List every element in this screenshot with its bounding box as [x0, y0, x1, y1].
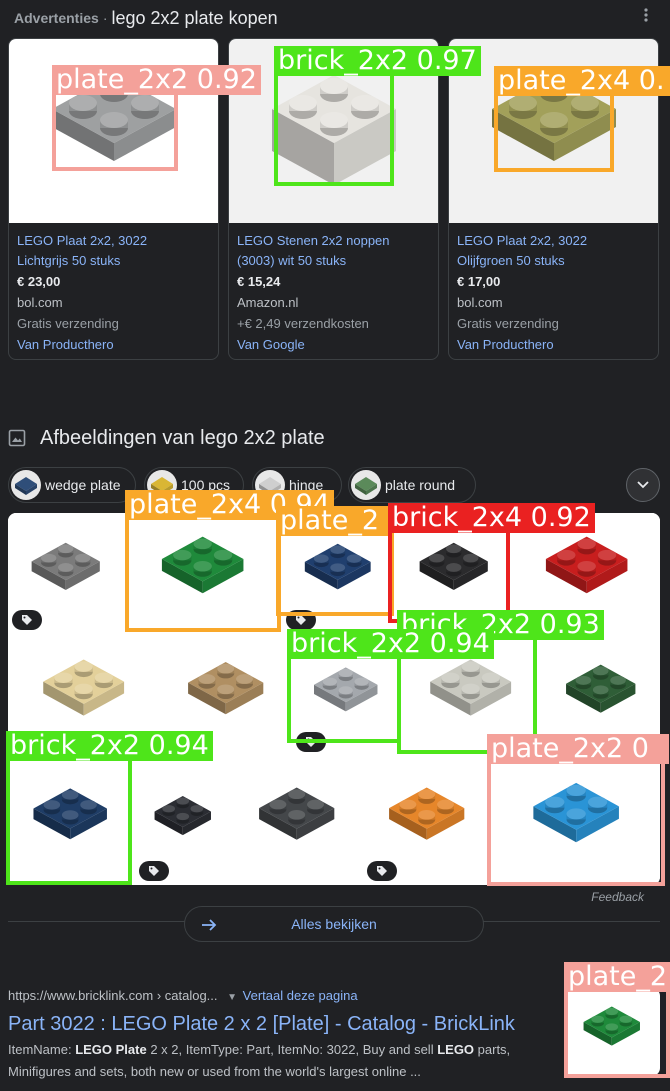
result-title[interactable]: Part 3022 : LEGO Plate 2 x 2 [Plate] - C…: [8, 1009, 563, 1039]
product-image: [229, 39, 438, 223]
image-icon: [8, 429, 26, 447]
image-grid: [8, 513, 660, 885]
product-merchant: Amazon.nl: [237, 295, 299, 310]
image-result[interactable]: [162, 636, 290, 756]
product-image: [9, 39, 218, 223]
image-result[interactable]: [126, 513, 280, 634]
result-breadcrumb: https://www.bricklink.com › catalog... ▼…: [8, 985, 563, 1009]
product-merchant: bol.com: [17, 295, 63, 310]
product-shipping: Gratis verzending: [17, 316, 119, 331]
result-snippet: ItemName: LEGO Plate 2 x 2, ItemType: Pa…: [8, 1042, 511, 1079]
translate-link[interactable]: Vertaal deze pagina: [243, 988, 358, 1003]
caret-down-icon[interactable]: ▼: [227, 992, 237, 1003]
product-carousel: LEGO Plaat 2x2, 3022 Lichtgrijs 50 stuks …: [8, 38, 660, 360]
tag-icon: [139, 861, 169, 881]
product-title[interactable]: LEGO Plaat 2x2, 3022 Lichtgrijs 50 stuks: [17, 231, 210, 271]
filter-chip[interactable]: 100 pcs: [144, 467, 244, 503]
image-result[interactable]: [363, 758, 491, 885]
brick-image: [33, 788, 107, 840]
result-url[interactable]: https://www.bricklink.com › catalog...: [8, 988, 218, 1003]
ads-query-title: lego 2x2 plate kopen: [111, 7, 278, 28]
image-result[interactable]: [402, 636, 540, 756]
image-result[interactable]: [8, 513, 124, 634]
chip-label: wedge plate: [45, 477, 121, 493]
image-filter-chips: wedge plate 100 pcs hinge plate round: [8, 467, 660, 503]
product-card[interactable]: LEGO Plaat 2x2, 3022 Olijfgroen 50 stuks …: [448, 38, 659, 360]
filter-chip[interactable]: wedge plate: [8, 467, 136, 503]
product-source-link[interactable]: Van Producthero: [17, 334, 210, 355]
brick-image: [259, 787, 335, 840]
chip-label: plate round: [385, 477, 456, 493]
product-image: [449, 39, 658, 223]
ads-label: Advertenties: [14, 10, 99, 26]
image-result[interactable]: [135, 758, 231, 885]
chip-thumbnail: [351, 470, 381, 500]
product-source-link[interactable]: Van Producthero: [457, 334, 650, 355]
product-shipping: Gratis verzending: [457, 316, 559, 331]
brick-image: [419, 542, 488, 590]
chevron-down-icon[interactable]: [626, 468, 660, 502]
ads-separator: ·: [102, 10, 108, 26]
see-all-label: Alles bekijken: [291, 916, 377, 932]
image-result[interactable]: [8, 636, 160, 756]
ads-header: Advertenties · lego 2x2 plate kopen: [14, 6, 656, 30]
chip-label: hinge: [289, 477, 324, 493]
filter-chip[interactable]: hinge: [252, 467, 342, 503]
images-section-title: Afbeeldingen van lego 2x2 plate: [40, 426, 325, 449]
tag-icon: [367, 861, 397, 881]
chip-thumbnail: [255, 470, 285, 500]
result-thumbnail[interactable]: [564, 988, 660, 1076]
image-result[interactable]: [233, 758, 361, 885]
see-all-button[interactable]: Alles bekijken: [184, 906, 484, 942]
more-vert-icon[interactable]: [636, 8, 656, 28]
brick-image: [566, 664, 636, 713]
product-source-link[interactable]: Van Google: [237, 334, 430, 355]
image-result[interactable]: [493, 758, 660, 885]
search-result: https://www.bricklink.com › catalog... ▼…: [8, 985, 563, 1083]
tag-icon: [286, 610, 316, 630]
arrow-right-icon: [202, 919, 217, 931]
product-title[interactable]: LEGO Stenen 2x2 noppen (3003) wit 50 stuk…: [237, 231, 430, 271]
product-price: € 23,00: [17, 274, 61, 289]
image-result[interactable]: [8, 758, 133, 885]
chip-thumbnail: [147, 470, 177, 500]
brick-image: [161, 536, 244, 594]
product-title[interactable]: LEGO Plaat 2x2, 3022 Olijfgroen 50 stuks: [457, 231, 650, 271]
product-card[interactable]: LEGO Stenen 2x2 noppen (3003) wit 50 stuk…: [228, 38, 439, 360]
image-result[interactable]: [514, 513, 660, 634]
product-merchant: bol.com: [457, 295, 503, 310]
brick-image: [533, 782, 619, 843]
feedback-link[interactable]: Feedback: [591, 890, 644, 904]
product-price: € 15,24: [237, 274, 281, 289]
image-result[interactable]: [542, 636, 660, 756]
image-result[interactable]: [282, 513, 394, 634]
brick-image: [430, 659, 512, 716]
brick-image: [43, 659, 125, 716]
product-card[interactable]: LEGO Plaat 2x2, 3022 Lichtgrijs 50 stuks …: [8, 38, 219, 360]
chip-label: 100 pcs: [181, 477, 231, 493]
image-result[interactable]: [292, 636, 400, 756]
images-section-header: Afbeeldingen van lego 2x2 plate: [8, 424, 325, 452]
tag-icon: [296, 732, 326, 752]
brick-image: [188, 662, 264, 715]
product-price: € 17,00: [457, 274, 501, 289]
tag-icon: [12, 610, 42, 630]
brick-image: [545, 536, 628, 594]
chip-thumbnail: [11, 470, 41, 500]
image-result[interactable]: [396, 513, 512, 634]
product-shipping: +€ 2,49 verzendkosten: [237, 316, 369, 331]
filter-chip[interactable]: plate round: [348, 467, 476, 503]
